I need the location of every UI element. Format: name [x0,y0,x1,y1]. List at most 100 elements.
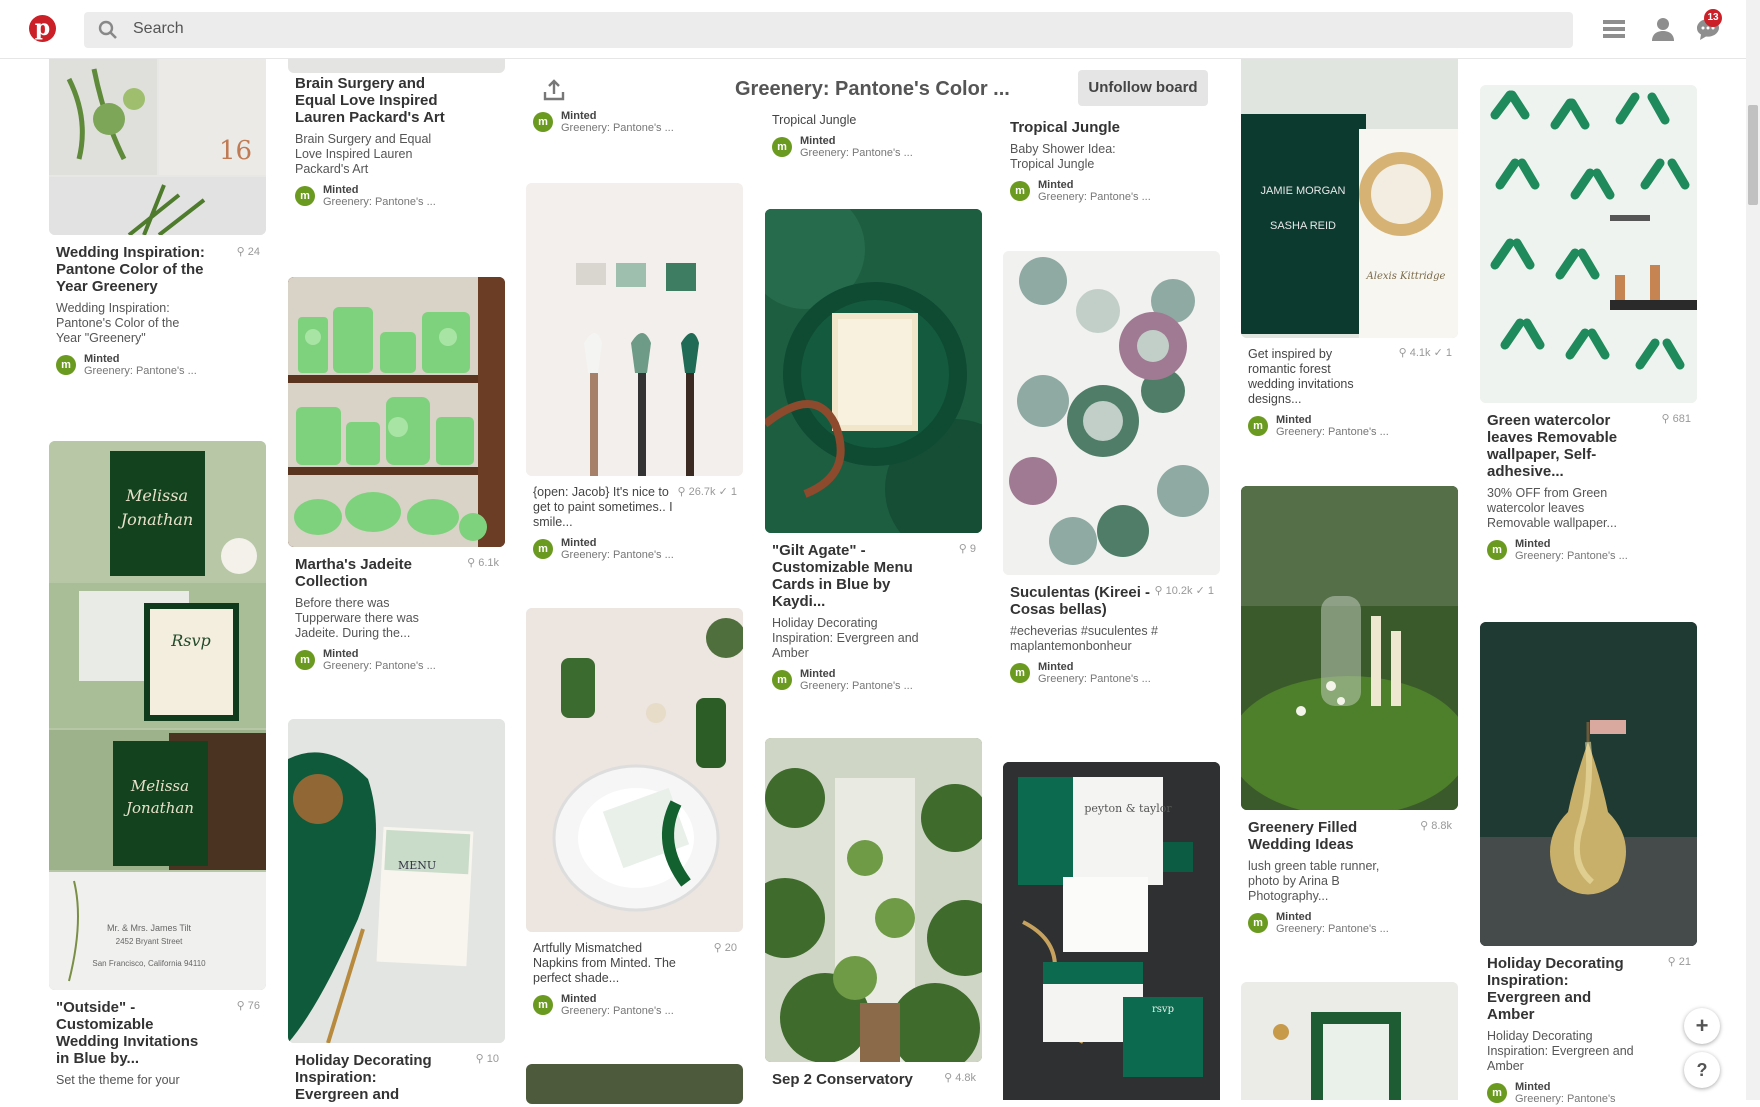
agate-menu-image [765,209,982,533]
pin-image[interactable] [765,738,982,1062]
pin-card[interactable]: ⚲ 10.2k ✓ 1 Suculentas (Kireei - Cosas b… [1003,251,1220,687]
pin-attribution[interactable]: m Minted Greenery: Pantone's ... [533,993,743,1019]
pin-image[interactable] [526,183,743,476]
pin-image[interactable] [1003,251,1220,575]
pin-card[interactable]: ⚲ 9 "Gilt Agate" - Customizable Menu Car… [765,209,982,694]
scrollbar-thumb[interactable] [1748,105,1758,205]
pin-image[interactable] [1241,982,1458,1100]
pin-description: #echeverias #suculentes #maplantemonbonh… [1010,624,1159,653]
pin-card[interactable]: ⚲ 20 Artfully Mismatched Napkins from Mi… [526,608,743,1019]
board-name: Greenery: Pantone's [1515,1093,1616,1105]
pin-attribution[interactable]: m Minted Greenery: Pantone's ... [56,353,266,379]
pin-save-count: ⚲ 10 [475,1053,499,1065]
pin-image[interactable] [288,277,505,547]
board-name: Greenery: Pantone's ... [1515,550,1628,562]
pinner-name: Minted [84,353,120,365]
pin-description: Holiday Decorating Inspiration: Evergree… [1487,1029,1634,1073]
svg-text:Alexis Kittridge: Alexis Kittridge [1366,271,1446,282]
pin-image[interactable] [1480,622,1697,946]
greenery-table-image [1241,486,1458,810]
pinner-name: Minted [561,993,597,1005]
pin-card[interactable]: ⚲ 681 Green watercolor leaves Removable … [1480,85,1697,564]
succulents-image [1003,251,1220,575]
pin-title: Holiday Decorating Inspiration: Evergree… [295,1052,432,1103]
pin-card[interactable]: ⚲ 8.8k Greenery Filled Wedding Ideas lus… [1241,486,1458,937]
pin-card[interactable]: 16 ⚲ 24 Wedding Inspiration: Pantone Col… [49,59,266,379]
pin-attribution[interactable]: m Minted Greenery: Pantone's ... [1248,911,1458,937]
svg-text:Mr. & Mrs. James Tilt: Mr. & Mrs. James Tilt [107,923,192,933]
pin-card[interactable]: peyton & taylor rsvp [1003,762,1220,1100]
pin-card[interactable]: JAMIE MORGAN SASHA REID Alexis Kittridge… [1241,59,1458,440]
pin-image[interactable] [288,59,505,73]
avatar: m [1248,913,1268,933]
pin-image[interactable]: JAMIE MORGAN SASHA REID Alexis Kittridge [1241,59,1458,338]
pin-save-count: ⚲ 20 [713,942,737,954]
emerald-stationery-image: peyton & taylor rsvp [1003,762,1220,1100]
pin-card[interactable]: Tropical Jungle m Minted Greenery: Panto… [765,105,982,161]
profile-icon[interactable] [1650,16,1676,42]
board-name: Greenery: Pantone's ... [561,122,674,134]
pin-image[interactable] [1480,85,1697,403]
board-name: Greenery: Pantone's ... [561,549,674,561]
pin-card[interactable] [526,1064,743,1104]
pin-attribution[interactable]: m Minted Greenery: Pantone's ... [533,537,743,563]
pin-image[interactable] [526,1064,743,1104]
svg-text:SASHA REID: SASHA REID [1270,220,1336,232]
pin-attribution[interactable]: m Minted Greenery: Pantone's ... [295,648,505,674]
svg-text:JAMIE MORGAN: JAMIE MORGAN [1261,185,1346,197]
pinner-name: Minted [323,184,359,196]
paint-brushes-image [526,183,743,476]
pin-attribution[interactable]: m Minted Greenery: Pantone's ... [1248,414,1458,440]
wedding-flatlay-image: 16 [49,59,266,235]
pin-card[interactable]: MENU ⚲ 10 Holiday Decorating Inspiration… [288,719,505,1103]
pin-attribution[interactable]: m Minted Greenery: Pantone's ... [772,135,982,161]
board-name: Greenery: Pantone's ... [800,147,913,159]
unfollow-board-button[interactable]: Unfollow board [1078,70,1208,106]
pin-attribution[interactable]: m Minted Greenery: Pantone's ... [1010,661,1220,687]
svg-text:Jonathan: Jonathan [123,799,194,817]
pin-card[interactable]: ⚲ 26.7k ✓ 1 {open: Jacob} It's nice to g… [526,183,743,563]
leaf-wallpaper-image [1480,85,1697,403]
pin-card[interactable]: Tropical Jungle Baby Shower Idea: Tropic… [1003,105,1220,205]
pin-attribution[interactable]: m Minted Greenery: Pantone's [1487,1081,1697,1107]
menu-icon[interactable] [1601,16,1627,42]
board-header: Greenery: Pantone's Color ... Unfollow b… [530,68,1230,112]
pin-attribution[interactable]: m Minted Greenery: Pantone's ... [772,668,982,694]
create-pin-button[interactable]: + [1684,1008,1720,1044]
pin-save-count: ⚲ 26.7k ✓ 1 [677,486,737,498]
pin-image[interactable]: 16 [49,59,266,235]
pin-attribution[interactable]: m Minted Greenery: Pantone's ... [1010,179,1220,205]
pin-card[interactable] [1241,982,1458,1100]
pin-title: Green watercolor leaves Removable wallpa… [1487,412,1618,480]
pinner-name: Minted [800,135,836,147]
avatar: m [1487,1083,1507,1103]
pin-card[interactable]: Melissa Jonathan Rsvp Melissa Jonathan M… [49,441,266,1088]
pin-card[interactable]: Brain Surgery and Equal Love Inspired La… [288,59,505,210]
pin-attribution[interactable]: m Minted Greenery: Pantone's ... [1487,538,1697,564]
svg-text:San Francisco, California 9411: San Francisco, California 94110 [92,959,206,968]
pin-attribution[interactable]: m Minted Greenery: Pantone's ... [295,184,505,210]
pin-save-count: ⚲ 4.1k ✓ 1 [1398,347,1452,359]
pin-image[interactable] [1241,486,1458,810]
conservatory-image [765,738,982,1062]
pin-image[interactable] [526,608,743,932]
board-name: Greenery: Pantone's ... [800,680,913,692]
avatar: m [1248,416,1268,436]
avatar: m [772,137,792,157]
search-input[interactable]: Search [84,12,1573,48]
avatar: m [56,355,76,375]
pinterest-logo[interactable]: p [29,15,56,42]
pin-card[interactable]: ⚲ 21 Holiday Decorating Inspiration: Eve… [1480,622,1697,1107]
pin-card[interactable]: ⚲ 4.8k Sep 2 Conservatory [765,738,982,1088]
pin-image[interactable]: peyton & taylor rsvp [1003,762,1220,1100]
share-icon[interactable] [542,78,566,102]
pin-card[interactable]: ⚲ 6.1k Martha's Jadeite Collection Befor… [288,277,505,674]
pin-save-count: ⚲ 681 [1661,413,1691,425]
pin-image[interactable] [765,209,982,533]
jadeite-shelves-image [288,277,505,547]
pin-attribution[interactable]: m Minted Greenery: Pantone's ... [533,110,743,136]
pin-image[interactable]: MENU [288,719,505,1043]
pin-image[interactable]: Melissa Jonathan Rsvp Melissa Jonathan M… [49,441,266,990]
green-door-image [1241,982,1458,1100]
help-button[interactable]: ? [1684,1052,1720,1088]
